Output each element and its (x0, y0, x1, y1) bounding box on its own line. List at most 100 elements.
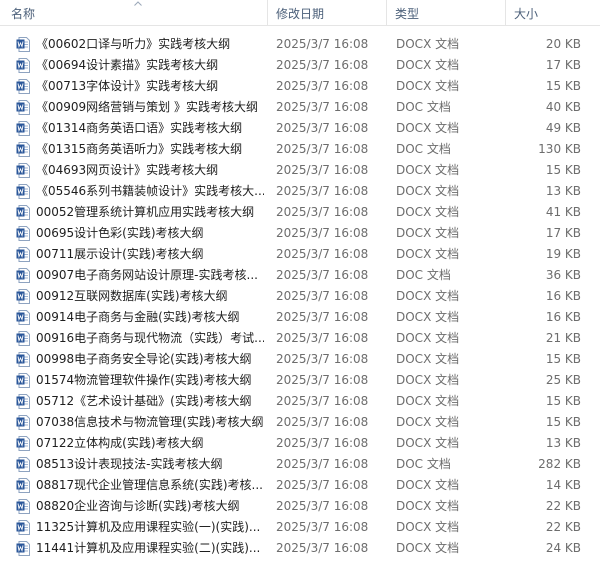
file-type: DOCX 文档 (396, 310, 460, 324)
word-document-icon (16, 541, 30, 556)
file-name: 08817现代企业管理信息系统(实践)考核... (36, 478, 263, 492)
file-type: DOCX 文档 (396, 163, 460, 177)
file-type: DOC 文档 (396, 142, 451, 156)
file-row[interactable]: 08820企业咨询与诊断(实践)考核大纲 2025/3/7 16:08 DOCX 文… (0, 496, 600, 517)
file-size: 49 KB (545, 121, 581, 135)
word-document-icon (16, 352, 30, 367)
file-row[interactable]: 《01314商务英语口语》实践考核大纲 2025/3/7 16:08 DOCX 文档… (0, 118, 600, 139)
file-modified-date: 2025/3/7 16:08 (276, 478, 369, 492)
file-type: DOCX 文档 (396, 79, 460, 93)
file-name: 00998电子商务安全导论(实践)考核大纲 (36, 352, 252, 366)
word-document-icon (16, 142, 30, 157)
column-header-type[interactable]: 类型 (387, 0, 506, 26)
file-row[interactable]: 《00602口译与听力》实践考核大纲 2025/3/7 16:08 DOCX 文档 2… (0, 34, 600, 55)
word-document-icon (16, 520, 30, 535)
word-document-icon (16, 289, 30, 304)
file-row[interactable]: 《00713字体设计》实践考核大纲 2025/3/7 16:08 DOCX 文档 15… (0, 76, 600, 97)
file-modified-date: 2025/3/7 16:08 (276, 247, 369, 261)
file-row[interactable]: 07038信息技术与物流管理(实践)考核大纲 2025/3/7 16:08 DOCX… (0, 412, 600, 433)
file-name: 00912互联网数据库(实践)考核大纲 (36, 289, 228, 303)
file-size: 15 KB (545, 394, 581, 408)
file-row[interactable]: 00711展示设计(实践)考核大纲 2025/3/7 16:08 DOCX 文档 19… (0, 244, 600, 265)
word-document-icon (16, 58, 30, 73)
column-header-name[interactable]: 名称 (0, 0, 268, 26)
column-header-size-label: 大小 (514, 7, 539, 21)
column-header-size[interactable]: 大小 (506, 0, 600, 26)
file-size: 16 KB (545, 310, 581, 324)
file-modified-date: 2025/3/7 16:08 (276, 205, 369, 219)
file-size: 21 KB (545, 331, 581, 345)
column-header-date[interactable]: 修改日期 (268, 0, 387, 26)
file-size: 17 KB (545, 226, 581, 240)
file-modified-date: 2025/3/7 16:08 (276, 121, 369, 135)
file-name: 00914电子商务与金融(实践)考核大纲 (36, 310, 240, 324)
word-document-icon (16, 478, 30, 493)
file-name: 08513设计表现技法-实践考核大纲 (36, 457, 223, 471)
file-row[interactable]: 00914电子商务与金融(实践)考核大纲 2025/3/7 16:08 DOCX 文… (0, 307, 600, 328)
word-document-icon (16, 499, 30, 514)
file-row[interactable]: 《05546系列书籍装帧设计》实践考核大... 2025/3/7 16:08 DOC… (0, 181, 600, 202)
word-document-icon (16, 247, 30, 262)
file-row[interactable]: 08513设计表现技法-实践考核大纲 2025/3/7 16:08 DOC 文档 28… (0, 454, 600, 475)
file-type: DOCX 文档 (396, 520, 460, 534)
file-row[interactable]: 11325计算机及应用课程实验(一)(实践)... 2025/3/7 16:08 D… (0, 517, 600, 538)
file-modified-date: 2025/3/7 16:08 (276, 289, 369, 303)
file-name: 《05546系列书籍装帧设计》实践考核大... (36, 184, 264, 198)
file-name: 《01314商务英语口语》实践考核大纲 (36, 121, 243, 135)
file-type: DOCX 文档 (396, 184, 460, 198)
file-modified-date: 2025/3/7 16:08 (276, 415, 369, 429)
file-row[interactable]: 《00694设计素描》实践考核大纲 2025/3/7 16:08 DOCX 文档 17… (0, 55, 600, 76)
file-size: 130 KB (538, 142, 581, 156)
file-name: 《00602口译与听力》实践考核大纲 (36, 37, 231, 51)
file-size: 17 KB (545, 58, 581, 72)
file-type: DOCX 文档 (396, 331, 460, 345)
file-type: DOCX 文档 (396, 541, 460, 555)
file-type: DOCX 文档 (396, 352, 460, 366)
chevron-up-icon (134, 1, 142, 6)
file-type: DOCX 文档 (396, 226, 460, 240)
file-row[interactable]: 00998电子商务安全导论(实践)考核大纲 2025/3/7 16:08 DOCX … (0, 349, 600, 370)
file-type: DOCX 文档 (396, 289, 460, 303)
file-type: DOC 文档 (396, 457, 451, 471)
file-row[interactable]: 11441计算机及应用课程实验(二)(实践)... 2025/3/7 16:08 D… (0, 538, 600, 559)
word-document-icon (16, 436, 30, 451)
file-type: DOCX 文档 (396, 247, 460, 261)
file-name: 07038信息技术与物流管理(实践)考核大纲 (36, 415, 264, 429)
word-document-icon (16, 415, 30, 430)
file-name: 00695设计色彩(实践)考核大纲 (36, 226, 204, 240)
file-modified-date: 2025/3/7 16:08 (276, 58, 369, 72)
word-document-icon (16, 163, 30, 178)
file-type: DOCX 文档 (396, 205, 460, 219)
file-type: DOC 文档 (396, 100, 451, 114)
file-modified-date: 2025/3/7 16:08 (276, 79, 369, 93)
file-row[interactable]: 《01315商务英语听力》实践考核大纲 2025/3/7 16:08 DOC 文档 1… (0, 139, 600, 160)
file-row[interactable]: 07122立体构成(实践)考核大纲 2025/3/7 16:08 DOCX 文档 13… (0, 433, 600, 454)
file-type: DOCX 文档 (396, 121, 460, 135)
file-row[interactable]: 00916电子商务与现代物流（实践）考试... 2025/3/7 16:08 DOC… (0, 328, 600, 349)
file-row[interactable]: 00907电子商务网站设计原理-实践考核... 2025/3/7 16:08 DOC… (0, 265, 600, 286)
file-modified-date: 2025/3/7 16:08 (276, 520, 369, 534)
file-row[interactable]: 00052管理系统计算机应用实践考核大纲 2025/3/7 16:08 DOCX 文… (0, 202, 600, 223)
file-size: 40 KB (545, 100, 581, 114)
file-size: 15 KB (545, 163, 581, 177)
word-document-icon (16, 310, 30, 325)
file-size: 22 KB (545, 520, 581, 534)
file-row[interactable]: 08817现代企业管理信息系统(实践)考核... 2025/3/7 16:08 DO… (0, 475, 600, 496)
file-row[interactable]: 00695设计色彩(实践)考核大纲 2025/3/7 16:08 DOCX 文档 17… (0, 223, 600, 244)
file-name: 05712《艺术设计基础》(实践)考核大纲 (36, 394, 252, 408)
file-row[interactable]: 《00909网络营销与策划 》实践考核大纲 2025/3/7 16:08 DOC 文… (0, 97, 600, 118)
file-modified-date: 2025/3/7 16:08 (276, 100, 369, 114)
file-type: DOCX 文档 (396, 415, 460, 429)
file-size: 22 KB (545, 499, 581, 513)
file-name: 00907电子商务网站设计原理-实践考核... (36, 268, 258, 282)
file-row[interactable]: 《04693网页设计》实践考核大纲 2025/3/7 16:08 DOCX 文档 15… (0, 160, 600, 181)
column-header-bar: 名称 修改日期 类型 大小 (0, 0, 600, 26)
file-row[interactable]: 01574物流管理软件操作(实践)考核大纲 2025/3/7 16:08 DOCX … (0, 370, 600, 391)
file-type: DOCX 文档 (396, 478, 460, 492)
file-size: 14 KB (545, 478, 581, 492)
word-document-icon (16, 268, 30, 283)
word-document-icon (16, 331, 30, 346)
file-row[interactable]: 05712《艺术设计基础》(实践)考核大纲 2025/3/7 16:08 DOCX … (0, 391, 600, 412)
file-row[interactable]: 00912互联网数据库(实践)考核大纲 2025/3/7 16:08 DOCX 文档… (0, 286, 600, 307)
file-modified-date: 2025/3/7 16:08 (276, 226, 369, 240)
